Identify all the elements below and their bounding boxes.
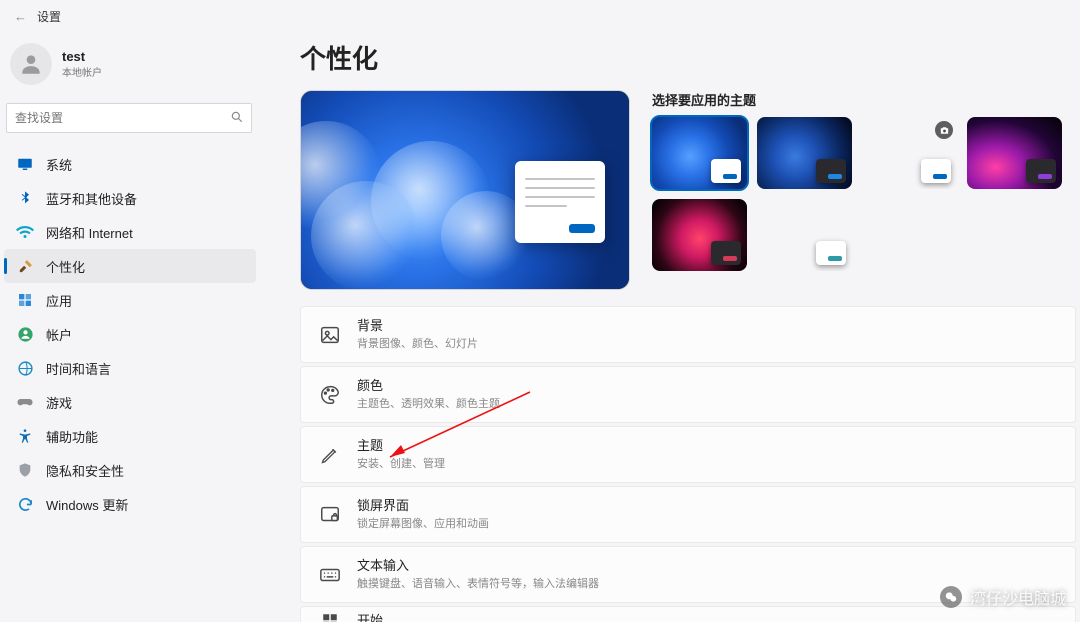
window-title: 设置 (37, 8, 61, 25)
settings-item-background[interactable]: 背景背景图像、颜色、幻灯片 (300, 306, 1076, 363)
search-input[interactable] (6, 103, 252, 133)
settings-item-lockscreen[interactable]: 锁屏界面锁定屏幕图像、应用和动画 (300, 486, 1076, 543)
sidebar-item-label: 系统 (46, 155, 72, 174)
settings-item-sub: 安装、创建、管理 (357, 455, 445, 471)
sidebar-item-label: Windows 更新 (46, 495, 128, 514)
lockscreen-icon (319, 504, 341, 526)
globe-clock-icon (16, 359, 34, 377)
nav: 系统 蓝牙和其他设备 网络和 Internet 个性化 应用 帐户 (0, 143, 260, 521)
back-icon[interactable]: ← (14, 9, 27, 24)
sidebar-item-time-language[interactable]: 时间和语言 (4, 351, 256, 385)
theme-tile-windows-light[interactable] (652, 117, 747, 189)
keyboard-icon (319, 564, 341, 586)
search-icon (230, 110, 244, 124)
sidebar-item-bluetooth[interactable]: 蓝牙和其他设备 (4, 181, 256, 215)
sidebar-item-network[interactable]: 网络和 Internet (4, 215, 256, 249)
system-icon (16, 155, 34, 173)
wechat-icon (940, 586, 962, 608)
settings-list: 背景背景图像、颜色、幻灯片 颜色主题色、透明效果、颜色主题 主题安装、创建、管理… (300, 306, 1080, 622)
sidebar-item-label: 个性化 (46, 257, 85, 276)
settings-item-title: 背景 (357, 318, 478, 334)
start-icon (319, 610, 341, 622)
accessibility-icon (16, 427, 34, 445)
preview-window (515, 161, 605, 243)
sidebar-item-label: 游戏 (46, 393, 72, 412)
themes-grid (652, 117, 1080, 271)
bluetooth-icon (16, 189, 34, 207)
pen-icon (319, 444, 341, 466)
shield-icon (16, 461, 34, 479)
camera-icon (935, 121, 953, 139)
image-icon (319, 324, 341, 346)
sidebar-item-label: 网络和 Internet (46, 223, 133, 242)
search-wrap (6, 103, 252, 133)
user-block[interactable]: test 本地帐户 (0, 39, 260, 99)
sidebar-item-label: 隐私和安全性 (46, 461, 124, 480)
settings-item-sub: 锁定屏幕图像、应用和动画 (357, 515, 489, 531)
sidebar-item-label: 帐户 (46, 325, 72, 344)
settings-item-colors[interactable]: 颜色主题色、透明效果、颜色主题 (300, 366, 1076, 423)
watermark: 湾仔沙电脑城 (940, 585, 1066, 609)
settings-item-title: 文本输入 (357, 558, 599, 574)
settings-item-title: 锁屏界面 (357, 498, 489, 514)
main: 个性化 选择要应用的主题 (260, 33, 1080, 622)
theme-tile-glow-purple[interactable] (967, 117, 1062, 189)
watermark-text: 湾仔沙电脑城 (970, 585, 1066, 609)
settings-item-sub: 背景图像、颜色、幻灯片 (357, 335, 478, 351)
settings-item-title: 主题 (357, 438, 445, 454)
desktop-preview (300, 90, 630, 290)
wifi-icon (16, 223, 34, 241)
sidebar-item-label: 辅助功能 (46, 427, 98, 446)
themes-label: 选择要应用的主题 (652, 90, 1080, 109)
sidebar: test 本地帐户 系统 蓝牙和其他设备 网络和 Internet (0, 33, 260, 622)
apps-icon (16, 291, 34, 309)
gamepad-icon (16, 393, 34, 411)
sidebar-item-gaming[interactable]: 游戏 (4, 385, 256, 419)
sidebar-item-personalization[interactable]: 个性化 (4, 249, 256, 283)
account-icon (16, 325, 34, 343)
settings-item-sub: 主题色、透明效果、颜色主题 (357, 395, 500, 411)
theme-tile-flower-dark[interactable] (652, 199, 747, 271)
sidebar-item-accessibility[interactable]: 辅助功能 (4, 419, 256, 453)
paintbrush-icon (16, 257, 34, 275)
palette-icon (319, 384, 341, 406)
theme-tile-sunrise[interactable] (862, 117, 957, 189)
sidebar-item-label: 应用 (46, 291, 72, 310)
settings-item-sub: 触摸键盘、语音输入、表情符号等，输入法编辑器 (357, 575, 599, 591)
sidebar-item-privacy[interactable]: 隐私和安全性 (4, 453, 256, 487)
sidebar-item-apps[interactable]: 应用 (4, 283, 256, 317)
settings-item-themes[interactable]: 主题安装、创建、管理 (300, 426, 1076, 483)
window-header: ← 设置 (0, 0, 1080, 33)
sidebar-item-label: 蓝牙和其他设备 (46, 189, 137, 208)
avatar (10, 43, 52, 85)
sidebar-item-accounts[interactable]: 帐户 (4, 317, 256, 351)
sidebar-item-system[interactable]: 系统 (4, 147, 256, 181)
theme-tile-captured-motion[interactable] (757, 199, 852, 271)
page-title: 个性化 (300, 39, 1080, 76)
update-icon (16, 495, 34, 513)
user-name: test (62, 49, 102, 64)
sidebar-item-update[interactable]: Windows 更新 (4, 487, 256, 521)
settings-item-title: 颜色 (357, 378, 500, 394)
theme-tile-windows-dark[interactable] (757, 117, 852, 189)
sidebar-item-label: 时间和语言 (46, 359, 111, 378)
user-sub: 本地帐户 (62, 64, 102, 79)
